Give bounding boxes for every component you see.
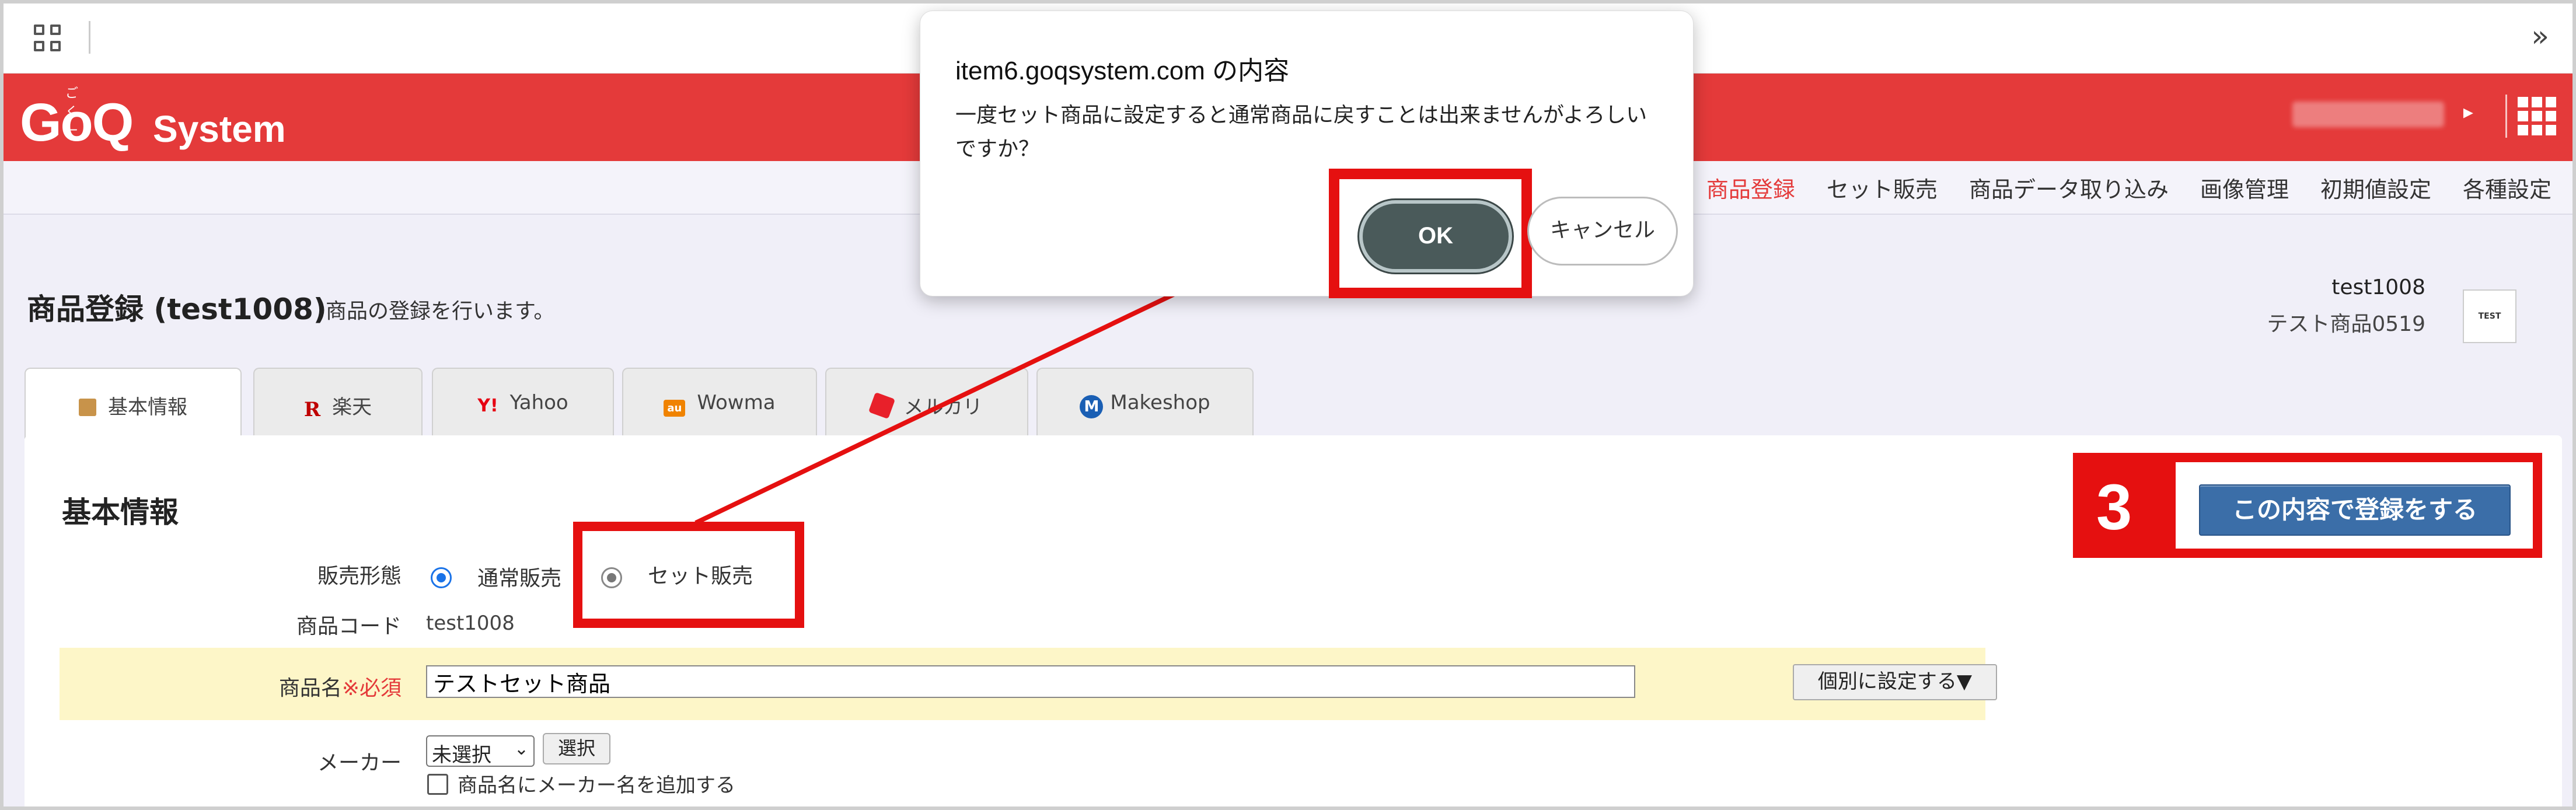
add-maker-name-checkbox[interactable] [427,774,448,795]
tab-label: 基本情報 [108,396,187,419]
tab-rakuten[interactable]: R 楽天 [253,368,423,437]
ok-button[interactable]: OK [1359,200,1512,273]
cancel-button[interactable]: キャンセル [1527,197,1678,266]
maker-label: メーカー [317,751,402,775]
more-bookmarks-icon[interactable]: » [2531,19,2549,54]
nav-item-default-settings[interactable]: 初期値設定 [2320,172,2431,204]
product-meta-name: テスト商品0519 [2267,312,2425,336]
screenshot-frame: » ごくー GoQ System ▸ 商品登録 セット販売 商品データ取り込み … [0,0,2576,810]
user-name-blurred[interactable] [2292,102,2444,127]
product-name-label-text: 商品名 [278,676,342,700]
yahoo-icon: Y! [477,396,498,416]
app-menu-grid-icon[interactable] [2518,97,2556,135]
user-menu-caret-icon[interactable]: ▸ [2463,100,2473,124]
nav-item-product-register[interactable]: 商品登録 [1706,172,1795,204]
maker-select-value: 未選択 [432,743,491,767]
tab-basic-info[interactable]: 基本情報 [25,368,242,439]
product-code-label: 商品コード [296,615,402,638]
maker-select-button[interactable]: 選択 [543,733,610,764]
tab-wowma[interactable]: au Wowma [622,368,817,437]
page-title: 商品登録 (test1008) [27,292,327,326]
sale-type-normal-radio[interactable] [431,567,452,588]
tab-label: 楽天 [332,396,372,419]
nav-item-settings[interactable]: 各種設定 [2463,172,2551,204]
product-name-input[interactable] [426,665,1635,698]
step-number: 3 [2096,472,2132,543]
logo-sub-text: System [153,108,286,150]
tab-label: Makeshop [1110,391,1210,414]
tab-label: メルカリ [903,396,983,419]
set-sale-highlight [573,522,804,628]
tab-yahoo[interactable]: Y! Yahoo [432,368,614,437]
set-individually-button[interactable]: 個別に設定する▼ [1793,664,1997,700]
header-divider [2505,95,2507,138]
dialog-title: item6.goqsystem.com の内容 [955,57,1290,85]
step-3-highlight: 3 この内容で登録をする [2073,453,2542,558]
confirm-dialog: item6.goqsystem.com の内容 一度セット商品に設定すると通常商… [920,11,1694,298]
sale-type-normal-label[interactable]: 通常販売 [477,561,561,592]
maker-select[interactable]: 未選択 ⌄ [426,735,535,767]
rakuten-icon: R [303,398,321,421]
product-name-label: 商品名※必須 [226,671,402,701]
required-mark: ※必須 [341,676,402,700]
logo-main-text: GoQ [20,93,134,152]
product-meta-code: test1008 [2331,275,2425,299]
mercari-icon [868,392,895,420]
page-subtitle: 商品の登録を行います。 [326,299,555,323]
product-thumbnail[interactable]: TEST [2463,289,2516,343]
dialog-message: 一度セット商品に設定すると通常商品に戻すことは出来ませんがよろしいですか？ [955,103,1647,161]
section-title: 基本情報 [62,495,179,529]
ok-highlight: OK [1329,169,1532,298]
wowma-icon: au [664,400,686,417]
add-maker-name-label[interactable]: 商品名にメーカー名を追加する [458,769,735,798]
product-code-value: test1008 [426,612,515,635]
nav-item-image-manage[interactable]: 画像管理 [2200,172,2289,204]
step-inner-box: この内容で登録をする [2176,462,2533,549]
sale-type-label: 販売形態 [317,564,402,588]
apps-grid-icon[interactable] [34,25,63,54]
makeshop-icon: M [1080,395,1104,418]
chevron-down-icon: ⌄ [514,739,529,759]
tab-makeshop[interactable]: M Makeshop [1036,368,1254,437]
toolbar-divider [89,21,90,54]
tab-label: Yahoo [509,391,568,414]
tab-label: Wowma [697,391,776,414]
nav-item-data-import[interactable]: 商品データ取り込み [1969,172,2169,204]
box-icon [79,399,96,416]
register-button[interactable]: この内容で登録をする [2199,484,2511,536]
product-name-row: 商品名※必須 個別に設定する▼ [60,648,1997,720]
tab-mercari[interactable]: メルカリ [825,368,1028,437]
nav-item-set-sale[interactable]: セット販売 [1827,172,1938,204]
